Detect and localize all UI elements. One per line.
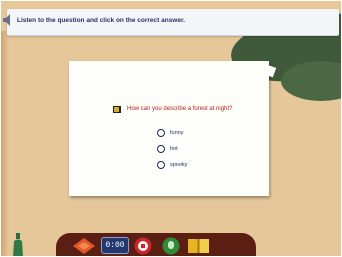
- question-card: How can you describe a forest at night? …: [69, 61, 269, 196]
- radio-button[interactable]: [157, 129, 165, 137]
- bottle-icon: [13, 233, 23, 256]
- red-stop-icon[interactable]: [133, 237, 153, 255]
- instruction-bar: Listen to the question and click on the …: [7, 9, 339, 36]
- option-label: funny: [170, 130, 184, 136]
- activity-frame: Listen to the question and click on the …: [1, 1, 341, 256]
- option-label: hot: [170, 146, 178, 152]
- left-edge: [1, 31, 9, 256]
- question-text: How can you describe a forest at night?: [127, 106, 233, 112]
- orange-arrow-icon[interactable]: [71, 237, 97, 255]
- timer-display: 0:00: [101, 237, 129, 254]
- audio-icon[interactable]: [113, 105, 122, 114]
- yellow-book-icon[interactable]: [186, 237, 212, 255]
- option-funny[interactable]: funny: [157, 129, 217, 139]
- option-hot[interactable]: hot: [157, 145, 217, 155]
- speaker-icon[interactable]: [3, 13, 11, 27]
- question-row: How can you describe a forest at night?: [113, 105, 263, 117]
- green-mic-icon[interactable]: [161, 237, 181, 255]
- option-spooky[interactable]: spooky: [157, 161, 217, 171]
- radio-button[interactable]: [157, 145, 165, 153]
- option-label: spooky: [170, 162, 188, 168]
- radio-button[interactable]: [157, 161, 165, 169]
- instruction-text: Listen to the question and click on the …: [17, 17, 185, 24]
- background-hill-2: [281, 61, 341, 101]
